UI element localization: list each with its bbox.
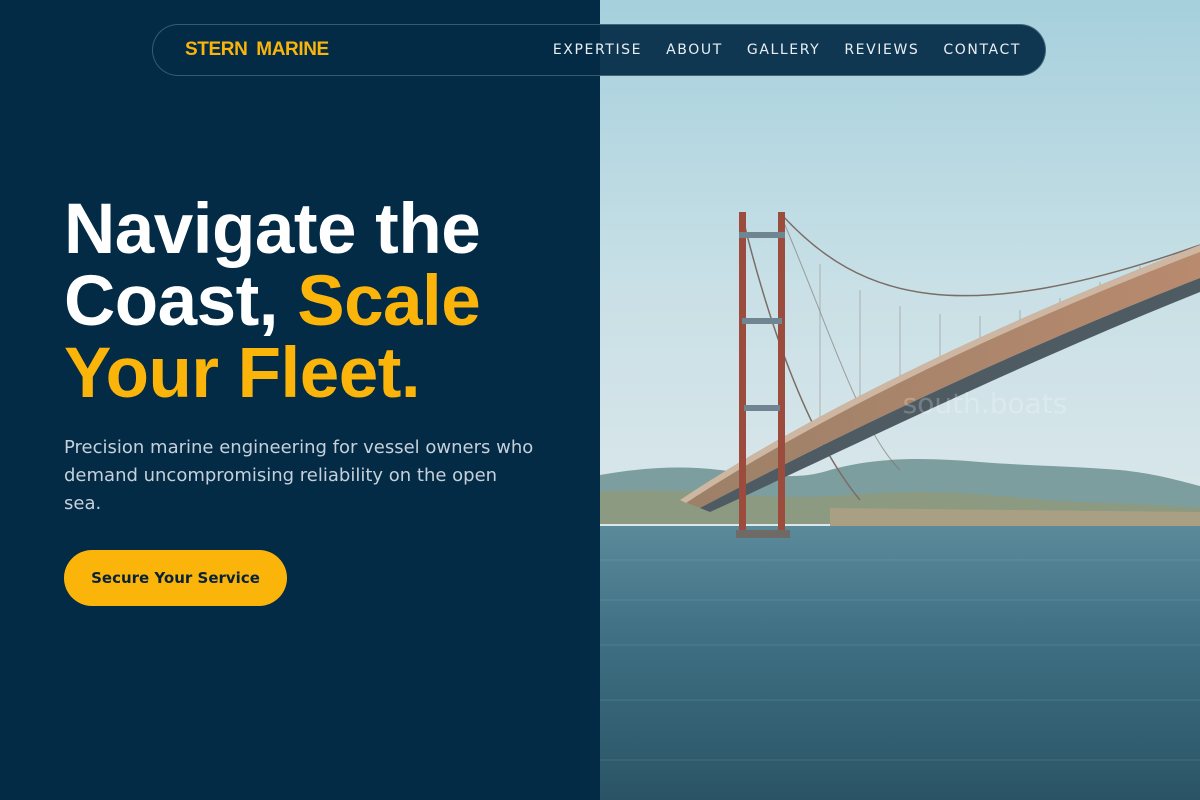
headline-accent-fleet: Your Fleet. xyxy=(64,334,421,413)
hero-headline: Navigate the Coast, Scale Your Fleet. xyxy=(64,194,584,410)
nav-link-contact[interactable]: CONTACT xyxy=(943,42,1021,58)
headline-line-1: Navigate the xyxy=(64,190,481,269)
hero-photo-bridge: south.boats xyxy=(600,0,1200,800)
headline-line-2: Coast, xyxy=(64,262,298,341)
headline-accent-scale: Scale xyxy=(297,262,481,341)
top-navigation-bar: STERN MARINE EXPERTISE ABOUT GALLERY REV… xyxy=(152,24,1046,76)
brand-logo[interactable]: STERN MARINE xyxy=(185,39,329,61)
nav-link-expertise[interactable]: EXPERTISE xyxy=(553,42,642,58)
nav-link-gallery[interactable]: GALLERY xyxy=(747,42,820,58)
image-watermark: south.boats xyxy=(903,387,1068,420)
secure-service-button[interactable]: Secure Your Service xyxy=(64,550,287,606)
nav-link-about[interactable]: ABOUT xyxy=(666,42,723,58)
nav-links: EXPERTISE ABOUT GALLERY REVIEWS CONTACT xyxy=(529,42,1021,58)
nav-link-reviews[interactable]: REVIEWS xyxy=(844,42,919,58)
hero-description: Precision marine engineering for vessel … xyxy=(64,437,534,514)
